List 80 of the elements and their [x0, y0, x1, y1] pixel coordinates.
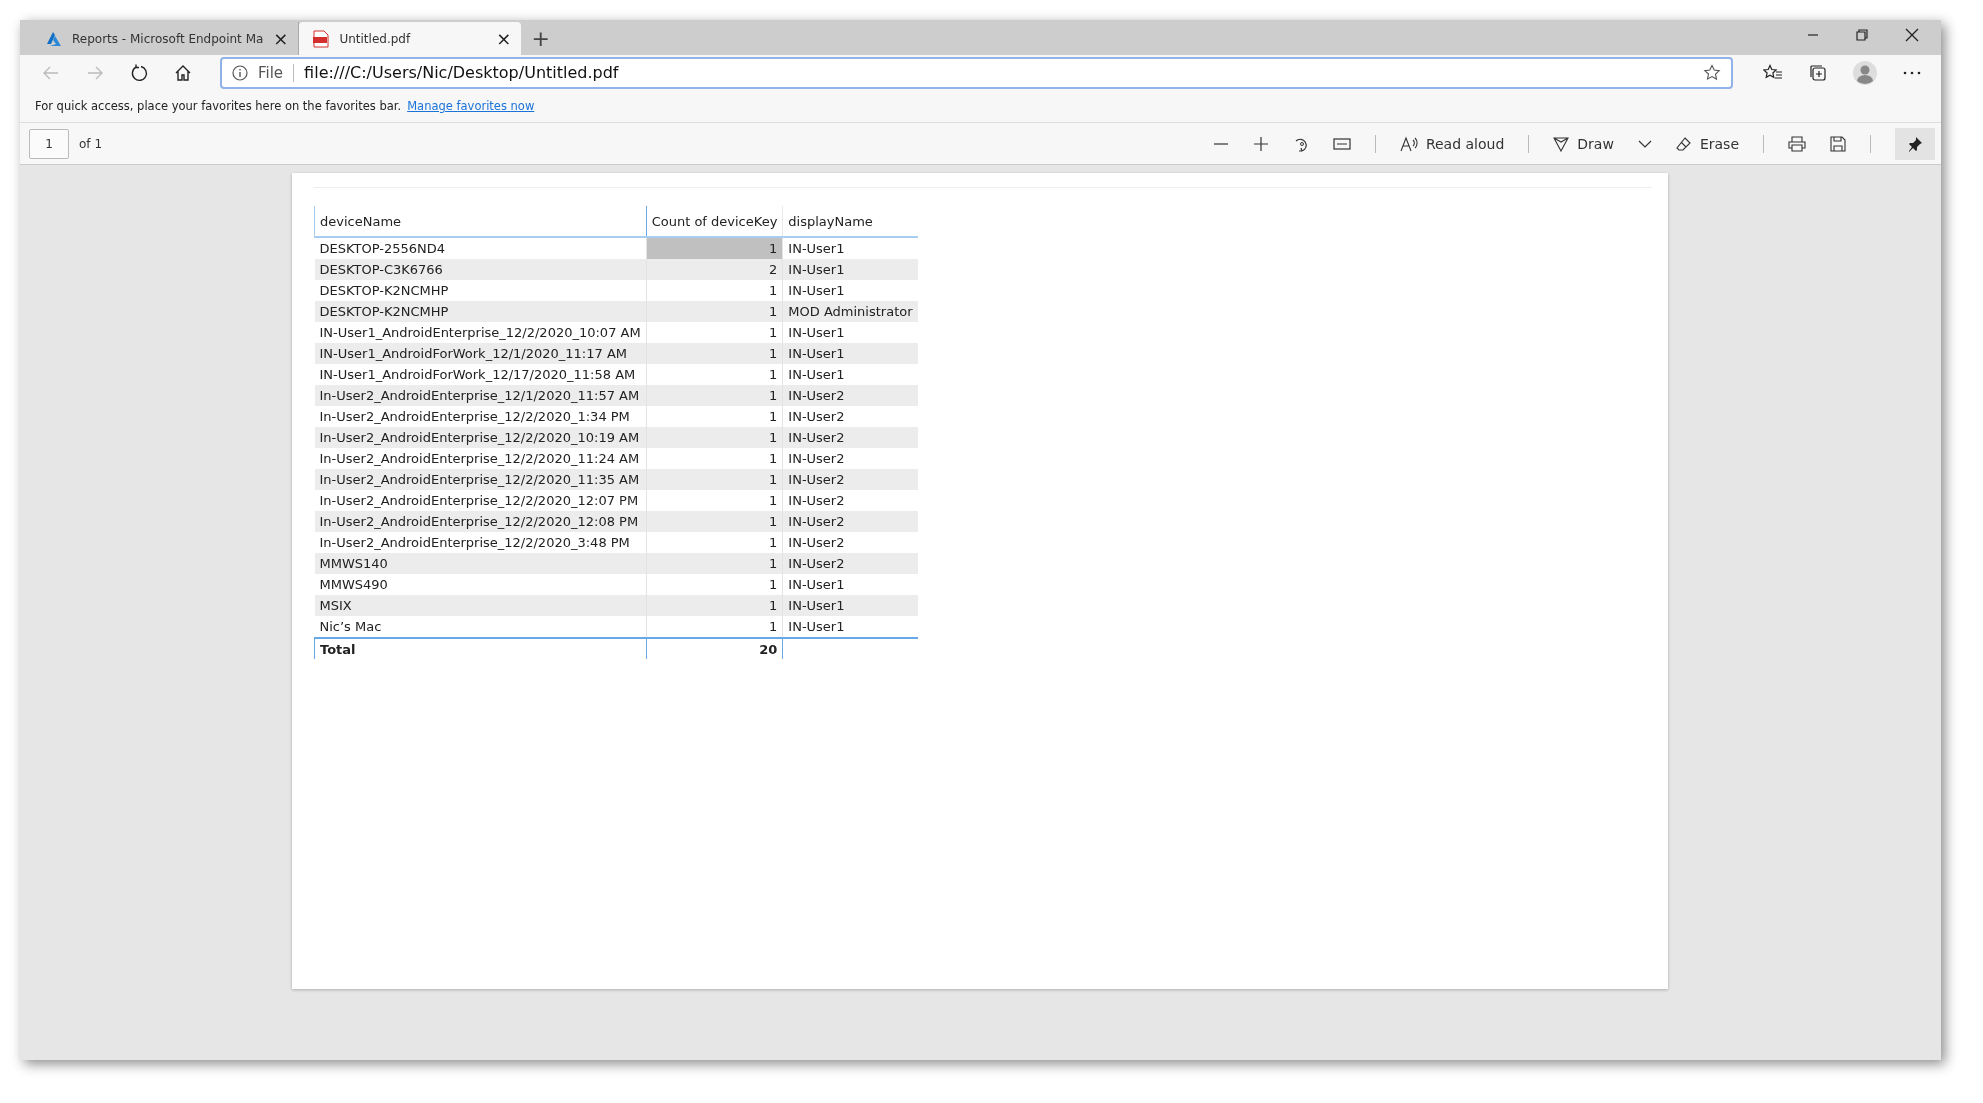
favorites-hint: For quick access, place your favorites here on the favorites bar. [35, 99, 402, 113]
chevron-down-icon[interactable] [1637, 138, 1652, 149]
table-cell: IN-User1_AndroidForWork_12/17/2020_11:58 AM [314, 364, 647, 385]
draw-button[interactable]: Draw [1553, 135, 1614, 152]
table-cell: 1 [646, 553, 783, 574]
pdf-file-icon [313, 29, 330, 48]
favorites-icon[interactable] [1763, 63, 1783, 82]
table-cell: DESKTOP-C3K6766 [314, 259, 647, 280]
table-cell: In-User2_AndroidEnterprise_12/2/2020_1:34 PM [314, 406, 647, 427]
profile-avatar-icon[interactable] [1853, 60, 1877, 85]
table-cell: DESKTOP-K2NCMHP [314, 301, 647, 322]
page-count: of 1 [79, 136, 102, 151]
table-cell: In-User2_AndroidEnterprise_12/2/2020_11:35 AM [314, 469, 647, 490]
table-cell: MMWS140 [314, 553, 647, 574]
table-cell: 1 [646, 385, 783, 406]
table-cell: MSIX [314, 595, 647, 616]
speaking-letter-icon [1399, 135, 1418, 152]
pen-icon [1553, 135, 1570, 152]
table-cell: IN-User2 [782, 511, 918, 532]
add-favorite-icon[interactable] [1703, 63, 1721, 82]
table-cell: MOD Administrator [782, 301, 918, 322]
table-cell: DESKTOP-2556ND4 [314, 237, 647, 259]
home-icon[interactable] [174, 63, 192, 82]
pin-icon [1907, 135, 1923, 152]
table-cell: MMWS490 [314, 574, 647, 595]
table-cell: In-User2_AndroidEnterprise_12/2/2020_11:24 AM [314, 448, 647, 469]
table-cell: In-User2_AndroidEnterprise_12/2/2020_12:07 PM [314, 490, 647, 511]
table-cell: Nic’s Mac [314, 616, 647, 638]
erase-button[interactable]: Erase [1675, 135, 1739, 152]
pin-toolbar-button[interactable] [1895, 127, 1935, 160]
table-cell: 1 [646, 469, 783, 490]
table-cell: IN-User2 [782, 469, 918, 490]
eraser-icon [1675, 135, 1692, 152]
table-cell: DESKTOP-K2NCMHP [314, 280, 647, 301]
close-tab-icon[interactable]: × [496, 29, 512, 48]
table-cell: 1 [646, 595, 783, 616]
address-bar[interactable]: File file:///C:/Users/Nic/Desktop/Untitled.pdf [220, 56, 1733, 89]
save-icon[interactable] [1830, 135, 1846, 152]
browser-tab[interactable]: Untitled.pdf × [299, 22, 522, 55]
site-label: File [258, 63, 284, 82]
triangle-logo-icon [46, 31, 62, 46]
refresh-icon[interactable] [130, 63, 148, 82]
more-icon[interactable] [1903, 70, 1921, 75]
new-tab-button[interactable]: + [521, 24, 560, 53]
table-cell: IN-User1 [782, 343, 918, 364]
table-cell: IN-User1_AndroidEnterprise_12/2/2020_10:07 AM [314, 322, 647, 343]
table-cell: In-User2_AndroidEnterprise_12/1/2020_11:57 AM [314, 385, 647, 406]
table-cell: IN-User2 [782, 427, 918, 448]
read-aloud-button[interactable]: Read aloud [1399, 135, 1505, 152]
column-header[interactable]: deviceName [314, 206, 647, 237]
table-cell: 1 [646, 237, 783, 259]
table-cell: In-User2_AndroidEnterprise_12/2/2020_3:48 PM [314, 532, 647, 553]
page-number-field[interactable]: 1 [29, 128, 69, 159]
restore-icon[interactable] [1856, 29, 1868, 41]
table-cell: IN-User1 [782, 616, 918, 638]
close-tab-icon[interactable]: × [273, 29, 289, 48]
manage-favorites-link[interactable]: Manage favorites now [407, 99, 535, 113]
table-cell: 1 [646, 343, 783, 364]
table-cell: 1 [646, 616, 783, 638]
table-cell: In-User2_AndroidEnterprise_12/2/2020_10:19 AM [314, 427, 647, 448]
table-cell: IN-User2 [782, 553, 918, 574]
total-label: Total [314, 638, 647, 659]
table-cell: 1 [646, 511, 783, 532]
table-cell: In-User2_AndroidEnterprise_12/2/2020_12:08 PM [314, 511, 647, 532]
info-icon[interactable] [232, 64, 248, 81]
zoom-in-icon[interactable] [1252, 135, 1269, 152]
table-cell: 2 [646, 259, 783, 280]
table-cell: 1 [646, 301, 783, 322]
table-cell: IN-User2 [782, 385, 918, 406]
table-cell: 1 [646, 427, 783, 448]
fit-page-icon[interactable] [1332, 136, 1351, 151]
table-cell: IN-User1 [782, 595, 918, 616]
print-icon[interactable] [1788, 135, 1806, 152]
url-text: file:///C:/Users/Nic/Desktop/Untitled.pdf [304, 63, 619, 82]
column-header[interactable]: displayName [782, 206, 918, 237]
table-cell: IN-User1 [782, 259, 918, 280]
total-value: 20 [646, 638, 783, 659]
collections-icon[interactable] [1809, 63, 1827, 82]
table-cell: IN-User1_AndroidForWork_12/1/2020_11:17 AM [314, 343, 647, 364]
close-icon[interactable] [1905, 28, 1919, 42]
